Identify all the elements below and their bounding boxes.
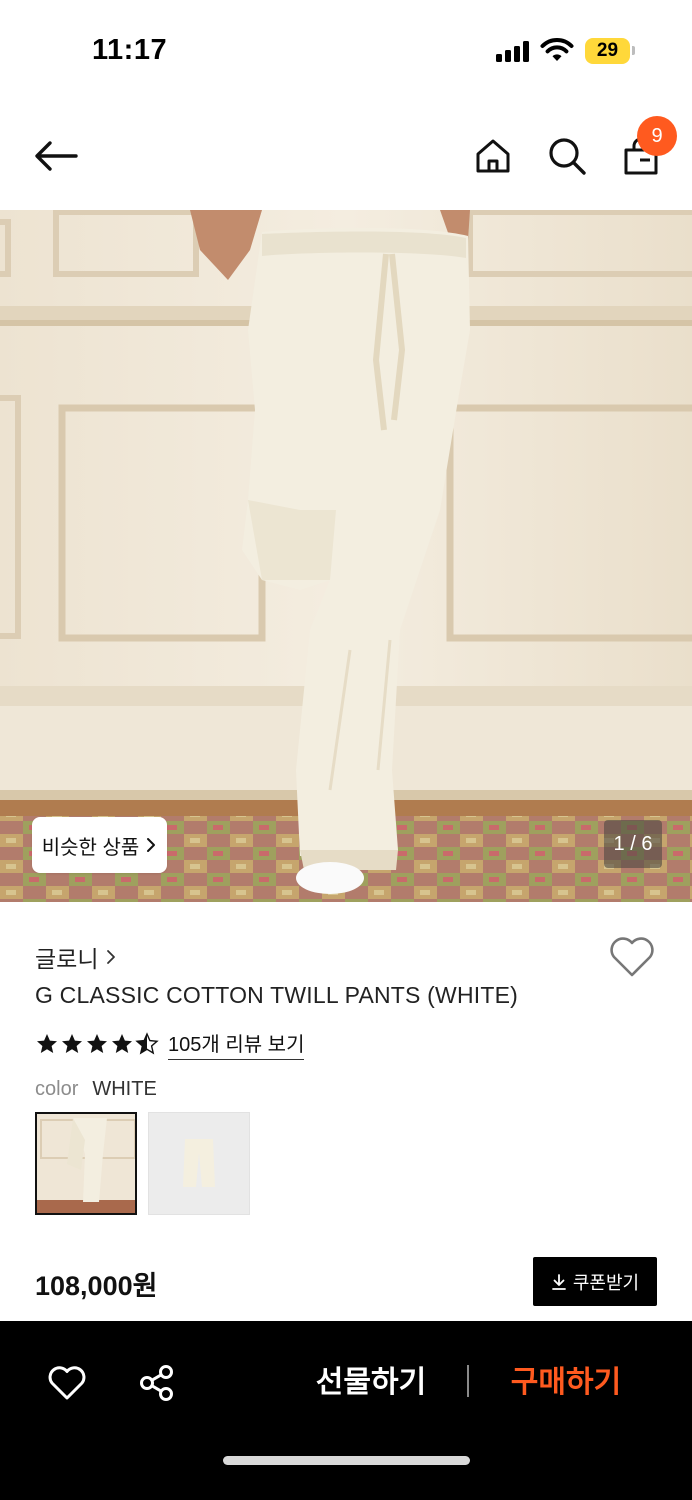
image-page-indicator: 1 / 6 bbox=[604, 820, 662, 868]
battery-tip bbox=[632, 46, 635, 55]
rating-stars bbox=[35, 1032, 159, 1056]
download-icon bbox=[551, 1273, 566, 1290]
heart-icon bbox=[610, 937, 654, 977]
battery-indicator: 29 bbox=[585, 38, 635, 64]
bottom-divider bbox=[467, 1365, 469, 1397]
reviews-link[interactable]: 105개 리뷰 보기 bbox=[168, 1028, 305, 1060]
coupon-label: 쿠폰받기 bbox=[572, 1272, 640, 1293]
color-label: color bbox=[35, 1078, 79, 1100]
product-photo bbox=[0, 210, 692, 902]
get-coupon-button[interactable]: 쿠폰받기 bbox=[533, 1257, 657, 1306]
swatch-thumbnail bbox=[149, 1113, 249, 1214]
product-title: G CLASSIC COTTON TWILL PANTS (WHITE) bbox=[35, 982, 519, 1008]
gift-button[interactable]: 선물하기 bbox=[292, 1357, 450, 1409]
brand-link[interactable]: 글로니 bbox=[35, 940, 116, 974]
home-indicator[interactable] bbox=[223, 1456, 470, 1465]
share-button[interactable] bbox=[132, 1358, 182, 1408]
buy-button[interactable]: 구매하기 bbox=[490, 1357, 642, 1409]
product-image-carousel[interactable] bbox=[0, 210, 692, 902]
search-button[interactable] bbox=[539, 128, 595, 184]
heart-icon bbox=[48, 1366, 86, 1400]
half-star-icon bbox=[135, 1032, 159, 1055]
star-icon bbox=[37, 1034, 57, 1053]
status-time: 11:17 bbox=[92, 34, 168, 66]
cellular-signal-icon bbox=[496, 40, 532, 62]
swatch-thumbnail bbox=[37, 1114, 135, 1213]
home-button[interactable] bbox=[465, 128, 521, 184]
bottom-wishlist-button[interactable] bbox=[42, 1358, 92, 1408]
chevron-right-icon bbox=[147, 838, 156, 852]
color-swatch-flat[interactable] bbox=[148, 1112, 250, 1215]
rating-row: 105개 리뷰 보기 bbox=[35, 1028, 305, 1060]
status-bar: 11:17 29 bbox=[0, 0, 692, 100]
wishlist-button[interactable] bbox=[608, 935, 656, 979]
battery-level: 29 bbox=[596, 40, 619, 61]
brand-name: 글로니 bbox=[35, 946, 99, 972]
star-icon bbox=[112, 1034, 132, 1053]
similar-products-label: 비슷한 상품 bbox=[41, 836, 140, 859]
cart-count-badge: 9 bbox=[637, 116, 677, 156]
color-swatch-model[interactable] bbox=[35, 1112, 137, 1215]
chevron-right-icon bbox=[107, 950, 116, 964]
back-arrow-icon bbox=[35, 141, 78, 171]
home-icon bbox=[476, 139, 510, 173]
color-row: color WHITE bbox=[35, 1078, 157, 1101]
bottom-action-bar: 선물하기 구매하기 bbox=[0, 1321, 692, 1500]
product-price: 108,000원 bbox=[35, 1271, 158, 1301]
top-navigation bbox=[0, 100, 692, 210]
similar-products-button[interactable]: 비슷한 상품 bbox=[32, 817, 167, 873]
wifi-icon bbox=[540, 38, 574, 61]
search-icon bbox=[549, 138, 586, 175]
star-icon bbox=[87, 1034, 107, 1053]
share-icon bbox=[140, 1365, 173, 1401]
star-icon bbox=[62, 1034, 82, 1053]
color-value: WHITE bbox=[92, 1078, 157, 1100]
back-button[interactable] bbox=[28, 128, 84, 184]
